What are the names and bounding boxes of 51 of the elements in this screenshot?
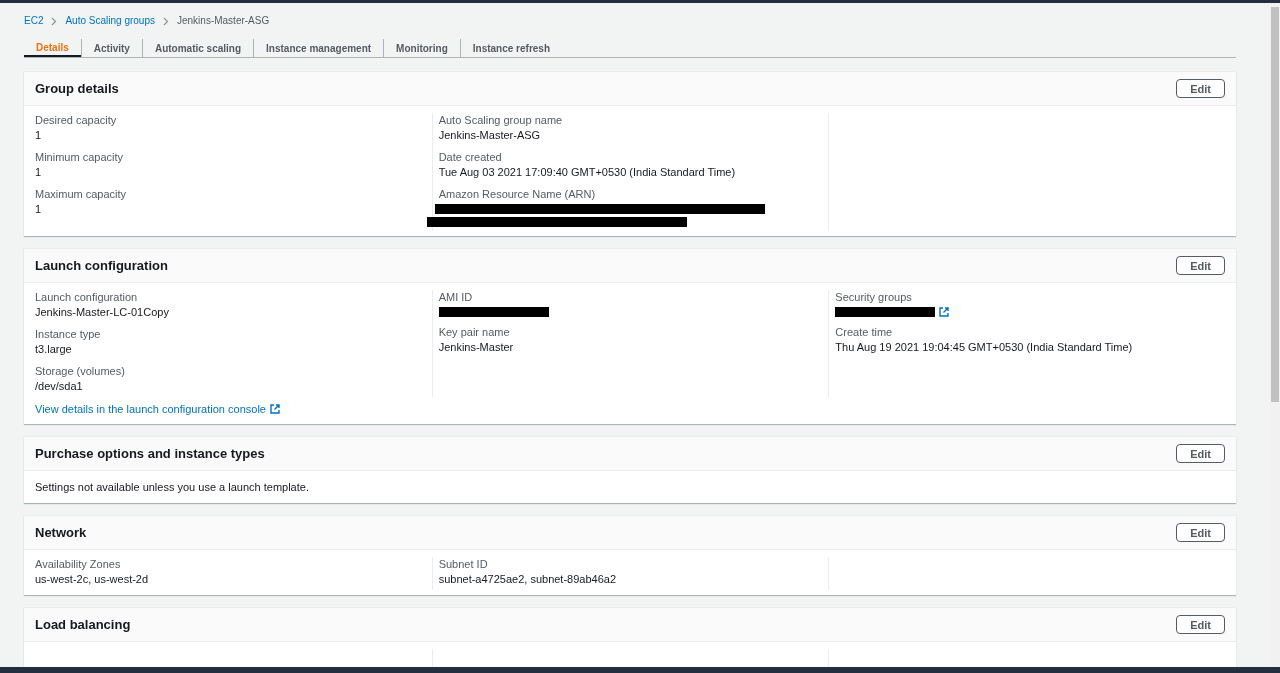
- field-label: Security groups: [835, 290, 913, 304]
- field-label: Date created: [438, 150, 503, 164]
- edit-button[interactable]: Edit: [1176, 615, 1225, 634]
- tab[interactable]: Monitoring: [384, 39, 460, 57]
- section-note: Settings not available unless you use a launch template.: [34, 480, 310, 495]
- field-label: Instance type: [35, 327, 102, 341]
- field-value: 1: [35, 165, 43, 179]
- external-link-icon: [269, 404, 280, 414]
- field-value: Thu Aug 19 2021 19:04:45 GMT+0530 (India Standard Time): [835, 340, 1134, 354]
- field-label: Storage (volumes): [35, 364, 126, 378]
- edit-button[interactable]: Edit: [1176, 444, 1225, 463]
- field-label: Launch configuration: [35, 290, 139, 304]
- field-label: Availability Zones: [35, 557, 122, 571]
- field-label: Subnet ID: [438, 557, 489, 571]
- field-label: Key pair name: [438, 325, 511, 339]
- chevron-right-icon: [51, 16, 58, 26]
- field-value: /dev/sda1: [35, 379, 84, 393]
- section-title: Group details: [35, 81, 119, 96]
- field-value: subnet-a4725ae2, subnet-89ab46a2: [438, 572, 618, 586]
- field-value: 1: [35, 128, 43, 142]
- console-link[interactable]: View details in the launch configuration console: [35, 402, 266, 416]
- edit-button[interactable]: Edit: [1176, 523, 1225, 542]
- field-value: Jenkins-Master: [438, 340, 515, 354]
- field-label: Desired capacity: [35, 113, 118, 127]
- tab[interactable]: Automatic scaling: [142, 39, 254, 57]
- edit-button[interactable]: Edit: [1176, 256, 1225, 275]
- section-title: Load balancing: [35, 617, 131, 632]
- section-title: Network: [35, 525, 87, 540]
- breadcrumb-current: Jenkins-Master-ASG: [176, 15, 270, 27]
- chevron-right-icon: [162, 16, 169, 26]
- breadcrumb-link[interactable]: EC2: [24, 15, 44, 27]
- external-link-icon: [939, 307, 950, 317]
- field-value: us-west-2c, us-west-2d: [35, 572, 150, 586]
- field-value: Tue Aug 03 2021 17:09:40 GMT+0530 (India Standard Time): [438, 165, 737, 179]
- field-label: Create time: [835, 325, 894, 339]
- edit-button[interactable]: Edit: [1176, 79, 1225, 98]
- field-value: Jenkins-Master-ASG: [438, 128, 542, 142]
- field-label: Maximum capacity: [35, 187, 128, 201]
- field-label: Minimum capacity: [35, 150, 125, 164]
- tab[interactable]: Instance refresh: [460, 39, 563, 57]
- field-label: AMI ID: [438, 290, 474, 304]
- section-title: Purchase options and instance types: [35, 446, 265, 461]
- tab[interactable]: Activity: [81, 39, 142, 57]
- field-value: 1: [35, 202, 43, 216]
- field-value: t3.large: [35, 342, 73, 356]
- breadcrumb-link[interactable]: Auto Scaling groups: [65, 15, 155, 27]
- field-label: Auto Scaling group name: [438, 113, 564, 127]
- field-label: Amazon Resource Name (ARN): [438, 187, 597, 201]
- section-title: Launch configuration: [35, 258, 168, 273]
- field-value: Jenkins-Master-LC-01Copy: [35, 305, 170, 319]
- tab[interactable]: Instance management: [254, 39, 384, 57]
